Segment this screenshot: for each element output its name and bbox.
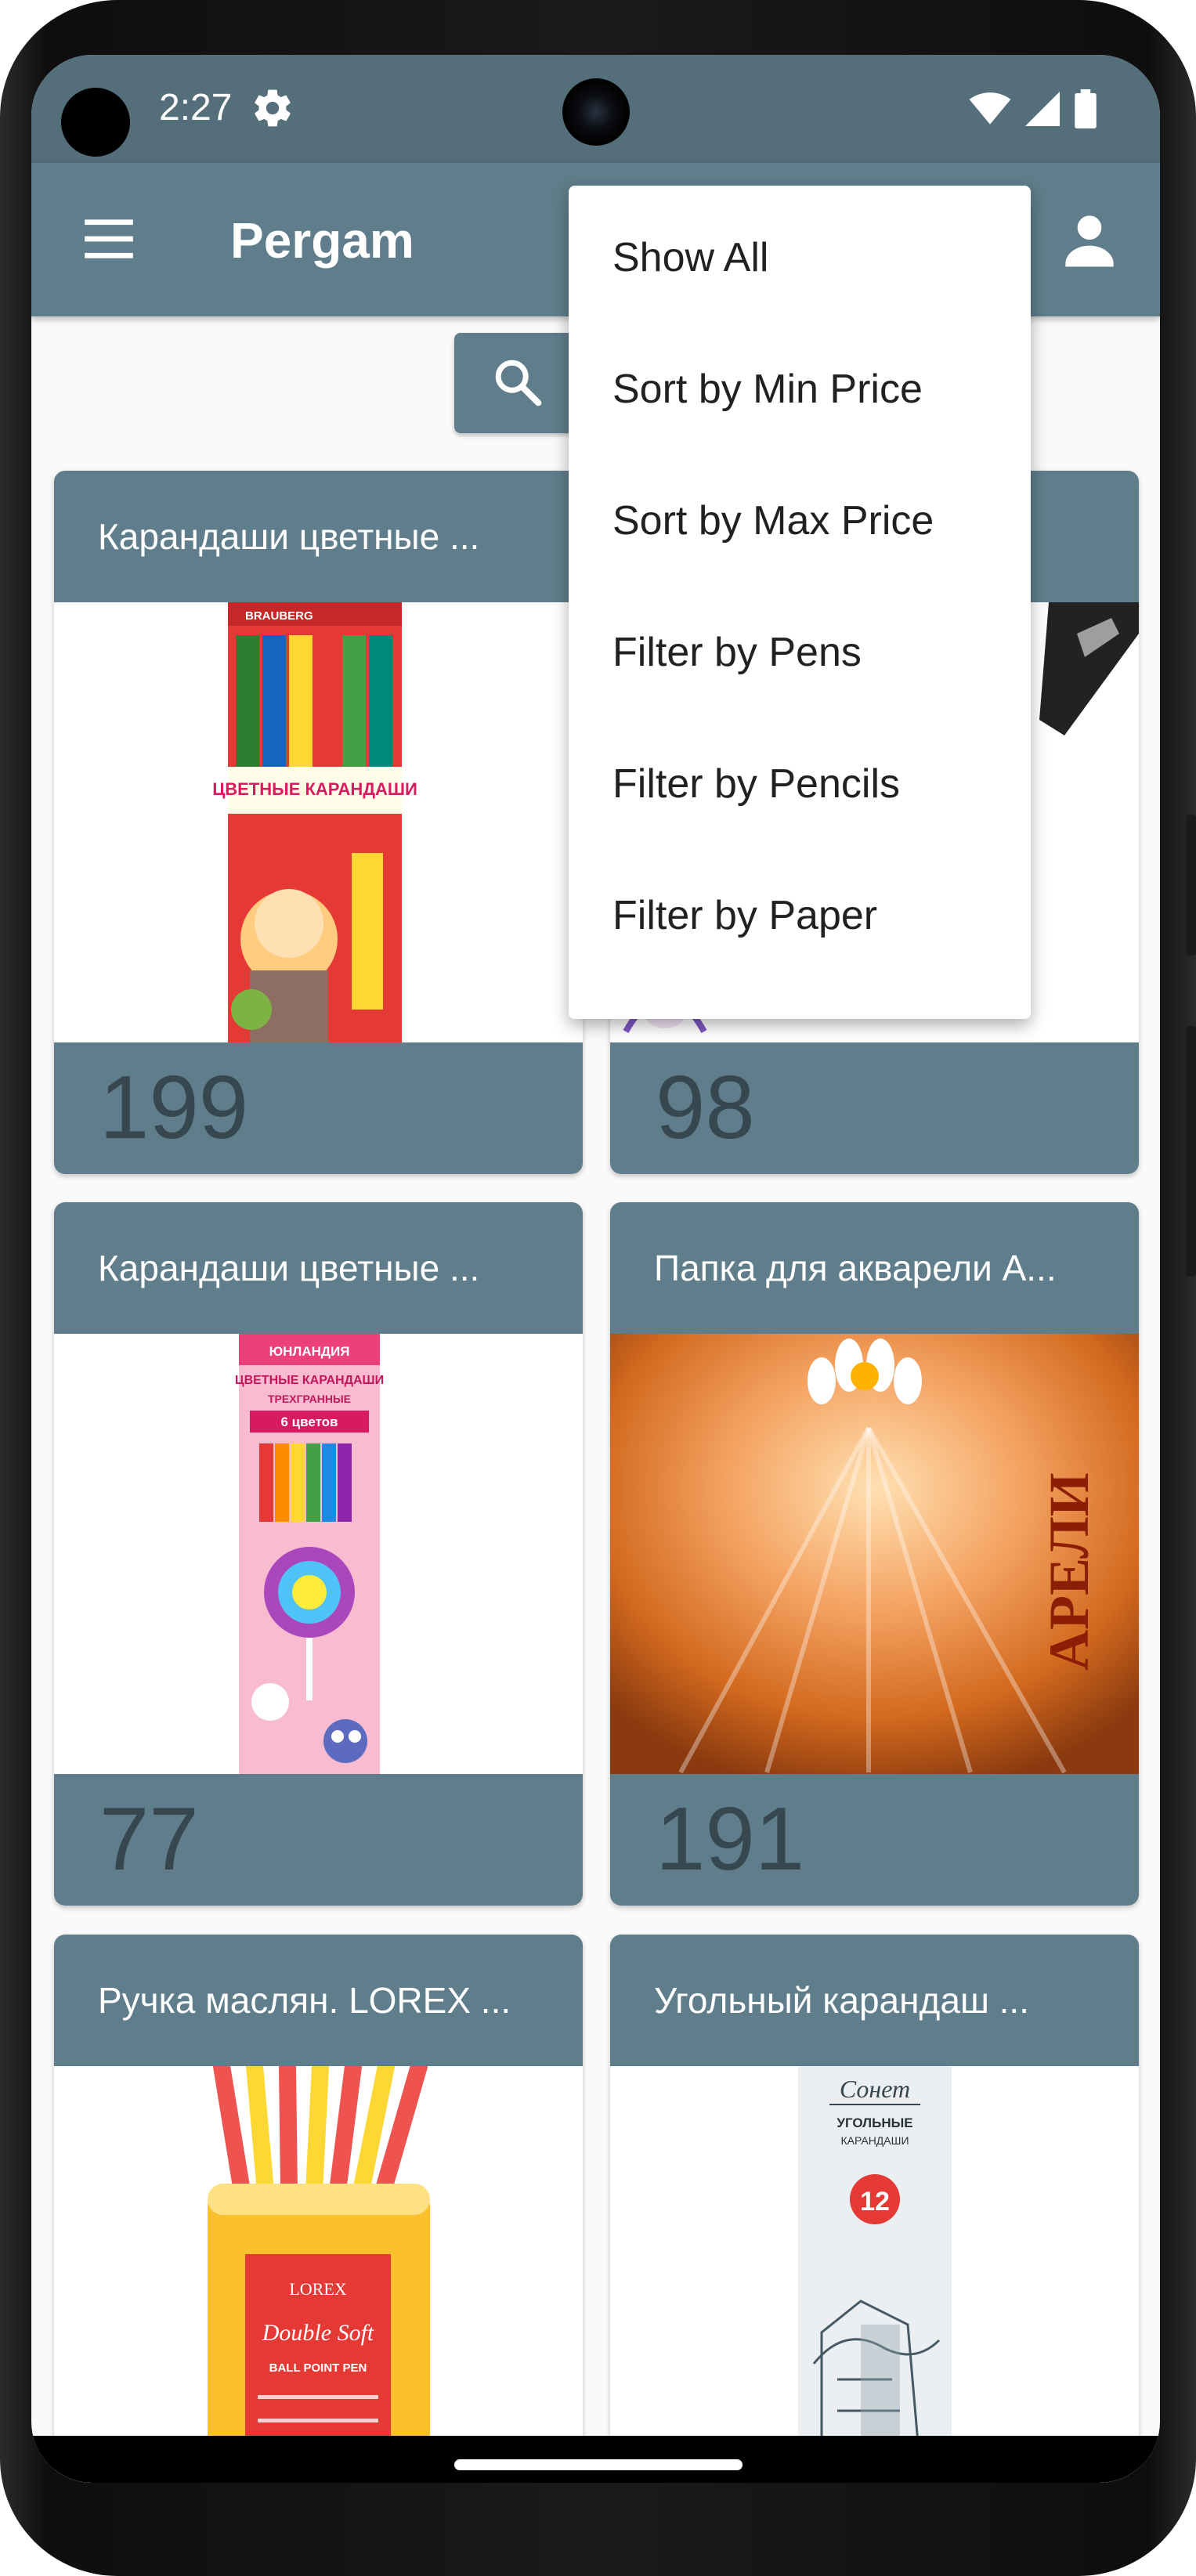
product-image: BRAUBERG ЦВЕТНЫЕ КАРАНДАШИ bbox=[54, 602, 583, 1042]
package-text: Double Soft bbox=[262, 2320, 374, 2346]
charcoal-pencils-box-image: Сонет УГОЛЬНЫЕ КАРАНДАШИ 12 bbox=[798, 2066, 952, 2483]
menu-item-sort-min-price[interactable]: Sort by Min Price bbox=[569, 323, 1031, 455]
brand-text: ЮНЛАНДИЯ bbox=[269, 1344, 350, 1359]
sort-filter-menu: Show All Sort by Min Price Sort by Max P… bbox=[569, 186, 1031, 1019]
search-icon bbox=[495, 359, 542, 406]
menu-item-filter-paper[interactable]: Filter by Paper bbox=[569, 850, 1031, 981]
product-image: Сонет УГОЛЬНЫЕ КАРАНДАШИ 12 bbox=[610, 2066, 1139, 2483]
signal-icon bbox=[1025, 92, 1060, 126]
package-sub: КАРАНДАШИ bbox=[840, 2134, 909, 2147]
front-camera bbox=[562, 78, 630, 146]
product-title: Карандаши цветные ... bbox=[54, 1202, 583, 1334]
product-price: 98 bbox=[610, 1042, 1139, 1174]
home-gesture-handle[interactable] bbox=[454, 2459, 743, 2470]
screen: 2:27 Pergam Карандаши цветные ... BRAUBE… bbox=[31, 55, 1160, 2483]
product-card[interactable]: Угольный карандаш ... Сонет УГОЛЬНЫЕ КАР… bbox=[610, 1935, 1139, 2483]
phone-body: 2:27 Pergam Карандаши цветные ... BRAUBE… bbox=[0, 0, 1196, 2576]
colored-pencils-box-image: BRAUBERG ЦВЕТНЫЕ КАРАНДАШИ bbox=[212, 602, 417, 1042]
volume-button bbox=[1186, 1026, 1196, 1277]
product-title: Папка для акварели А... bbox=[610, 1202, 1139, 1334]
brand-text: Сонет bbox=[840, 2075, 910, 2103]
sensor-dot bbox=[61, 88, 130, 157]
product-card[interactable]: Ручка маслян. LOREX ... LOREX Double Sof… bbox=[54, 1935, 583, 2483]
product-price: 77 bbox=[54, 1774, 583, 1906]
app-title: Pergam bbox=[230, 212, 414, 269]
menu-item-filter-pencils[interactable]: Filter by Pencils bbox=[569, 718, 1031, 850]
product-card[interactable]: Карандаши цветные ... ЮНЛАНДИЯ ЦВЕТНЫЕ К… bbox=[54, 1202, 583, 1906]
package-text: ЦВЕТНЫЕ КАРАНДАШИ bbox=[212, 779, 417, 799]
menu-item-sort-max-price[interactable]: Sort by Max Price bbox=[569, 455, 1031, 587]
package-text: АРЕЛИ bbox=[1038, 1472, 1100, 1671]
product-image: LOREX Double Soft BALL POINT PEN bbox=[54, 2066, 583, 2483]
brand-text: BRAUBERG bbox=[245, 609, 313, 623]
wifi-icon bbox=[969, 92, 1011, 125]
status-icons bbox=[969, 89, 1097, 128]
product-price: 199 bbox=[54, 1042, 583, 1174]
colored-pencils-box-image: ЮНЛАНДИЯ ЦВЕТНЫЕ КАРАНДАШИ ТРЕХГРАННЫЕ 6… bbox=[235, 1334, 384, 1774]
ballpoint-pens-jar-image: LOREX Double Soft BALL POINT PEN bbox=[208, 2066, 430, 2483]
menu-item-filter-pens[interactable]: Filter by Pens bbox=[569, 587, 1031, 718]
product-image: ЮНЛАНДИЯ ЦВЕТНЫЕ КАРАНДАШИ ТРЕХГРАННЫЕ 6… bbox=[54, 1334, 583, 1774]
product-card[interactable]: Карандаши цветные ... BRAUBERG ЦВЕТНЫЕ К… bbox=[54, 471, 583, 1174]
product-card[interactable]: Папка для акварели А... АРЕЛИ 191 bbox=[610, 1202, 1139, 1906]
status-time: 2:27 bbox=[159, 87, 233, 128]
package-text: УГОЛЬНЫЕ bbox=[836, 2115, 912, 2130]
product-title: Карандаши цветные ... bbox=[54, 471, 583, 602]
package-text: ЦВЕТНЫЕ КАРАНДАШИ bbox=[235, 1374, 384, 1387]
brand-text: LOREX bbox=[289, 2279, 346, 2299]
menu-item-show-all[interactable]: Show All bbox=[569, 192, 1031, 323]
watercolor-folder-image: АРЕЛИ bbox=[610, 1334, 1139, 1774]
status-bar: 2:27 bbox=[31, 55, 1160, 163]
product-image: АРЕЛИ bbox=[610, 1334, 1139, 1774]
power-button bbox=[1186, 815, 1196, 956]
package-count: 6 цветов bbox=[280, 1414, 338, 1429]
battery-icon bbox=[1075, 89, 1097, 128]
product-price: 191 bbox=[610, 1774, 1139, 1906]
package-sub: ТРЕХГРАННЫЕ bbox=[268, 1393, 351, 1405]
package-sub: BALL POINT PEN bbox=[269, 2361, 367, 2375]
hamburger-menu-icon[interactable] bbox=[80, 210, 138, 268]
settings-icon bbox=[255, 89, 291, 127]
device-frame: 2:27 Pergam Карандаши цветные ... BRAUBE… bbox=[0, 0, 1196, 2576]
product-title: Ручка маслян. LOREX ... bbox=[54, 1935, 583, 2066]
product-title: Угольный карандаш ... bbox=[610, 1935, 1139, 2066]
package-count: 12 bbox=[860, 2187, 890, 2217]
account-icon[interactable] bbox=[1053, 204, 1126, 276]
